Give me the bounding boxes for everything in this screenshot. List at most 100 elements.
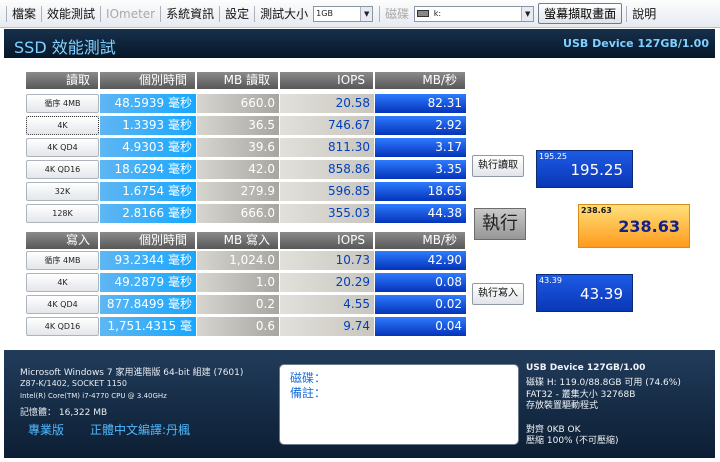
read-mb-cell: 660.0: [197, 94, 279, 113]
read-iops-cell: 596.85: [280, 182, 374, 201]
read-iops-cell: 20.58: [280, 94, 374, 113]
read-mbs-cell: 3.17: [375, 138, 466, 157]
test-size-label: 測試大小: [260, 7, 309, 21]
translator-link[interactable]: 正體中文編譯:丹楓: [90, 421, 190, 438]
chevron-down-icon[interactable]: ▼: [521, 6, 534, 21]
read-time-cell: 18.6294 毫秒: [100, 160, 196, 179]
read-time-cell: 1.6754 毫秒: [100, 182, 196, 201]
read-mb-cell: 39.6: [197, 138, 279, 157]
read-time-cell: 48.5939 毫秒: [100, 94, 196, 113]
os-info: Microsoft Windows 7 家用進階版 64-bit 組建 (760…: [20, 368, 244, 378]
notes-remark-label: 備註：: [290, 386, 327, 400]
write-time-cell: 877.8499 毫秒: [100, 295, 196, 314]
total-score-box: 238.63 238.63: [578, 204, 690, 248]
menu-help[interactable]: 說明: [627, 5, 661, 22]
device-compress: 壓縮 100% (不可壓縮): [526, 436, 619, 446]
read-row-button[interactable]: 128K: [26, 204, 99, 223]
write-row-button[interactable]: 循序 4MB: [26, 251, 99, 270]
read-iops-cell: 858.86: [280, 160, 374, 179]
write-score-small: 43.39: [539, 276, 562, 285]
drive-value: k:: [433, 8, 442, 18]
read-mbs-cell: 82.31: [375, 94, 466, 113]
test-size-select[interactable]: 1GB ▼: [313, 5, 374, 22]
iops-header: IOPS: [280, 72, 374, 89]
read-score-small: 195.25: [539, 152, 567, 161]
time-header: 個別時間: [100, 72, 196, 89]
write-row-button[interactable]: 4K: [26, 273, 99, 292]
read-mb-cell: 42.0: [197, 160, 279, 179]
board-info: Z87-K/1402, SOCKET 1150: [20, 379, 127, 388]
menu-iometer[interactable]: IOmeter: [101, 7, 160, 21]
read-time-cell: 4.9303 毫秒: [100, 138, 196, 157]
read-mbs-cell: 3.35: [375, 160, 466, 179]
benchmark-panel: 讀取 個別時間 MB 讀取 IOPS MB/秒 循序 4MB 48.5939 毫…: [4, 58, 715, 350]
menu-file[interactable]: 檔案: [7, 5, 41, 22]
test-size-value: 1GB: [316, 8, 333, 18]
write-mbs-cell: 0.04: [375, 317, 466, 336]
read-score-box: 195.25 195.25: [536, 150, 633, 188]
read-time-cell: 2.8166 毫秒: [100, 204, 196, 223]
iops-header: IOPS: [280, 232, 374, 249]
write-iops-cell: 4.55: [280, 295, 374, 314]
device-driver: 存放裝置驅動程式: [526, 401, 599, 411]
write-score-box: 43.39 43.39: [536, 274, 633, 312]
run-read-button[interactable]: 執行讀取: [472, 155, 524, 177]
total-score: 238.63: [618, 217, 680, 236]
write-mbs-cell: 0.08: [375, 273, 466, 292]
menu-benchmark[interactable]: 效能測試: [42, 5, 100, 22]
read-mb-cell: 279.9: [197, 182, 279, 201]
read-row-button[interactable]: 循序 4MB: [26, 94, 99, 113]
write-row-button[interactable]: 4K QD4: [26, 295, 99, 314]
read-header: 讀取: [26, 72, 99, 89]
device-name: USB Device 127GB/1.00: [526, 363, 646, 373]
write-header: 寫入: [26, 232, 99, 249]
read-row-button[interactable]: 32K: [26, 182, 99, 201]
memory-info: 記憶體： 16,322 MB: [20, 408, 108, 418]
read-row-button[interactable]: 4K: [26, 116, 99, 135]
write-mbs-cell: 42.90: [375, 251, 466, 270]
write-time-cell: 1,751.4315 毫: [100, 317, 196, 336]
read-row-button[interactable]: 4K QD4: [26, 138, 99, 157]
read-score: 195.25: [570, 161, 624, 179]
read-mbs-cell: 18.65: [375, 182, 466, 201]
run-button[interactable]: 執行: [474, 208, 526, 240]
notes-box[interactable]: 磁碟： 備註：: [279, 364, 519, 445]
disk-label: 磁碟: [385, 7, 410, 21]
mbs-header: MB/秒: [375, 232, 466, 249]
read-iops-cell: 746.67: [280, 116, 374, 135]
pro-edition-link[interactable]: 專業版: [28, 421, 64, 438]
read-mbs-cell: 2.92: [375, 116, 466, 135]
chevron-down-icon[interactable]: ▼: [360, 6, 373, 21]
menu-bar: 檔案 效能測試 IOmeter 系統資訊 設定 測試大小 1GB ▼ 磁碟 k:…: [0, 0, 720, 28]
read-mb-cell: 36.5: [197, 116, 279, 135]
read-time-cell: 1.3393 毫秒: [100, 116, 196, 135]
drive-select[interactable]: k: ▼: [414, 5, 535, 22]
write-mb-cell: 1.0: [197, 273, 279, 292]
menu-settings[interactable]: 設定: [220, 5, 254, 22]
time-header: 個別時間: [100, 232, 196, 249]
title-bar: SSD 效能測試 USB Device 127GB/1.00: [4, 29, 715, 58]
write-row-button[interactable]: 4K QD16: [26, 317, 99, 336]
mb-write-header: MB 寫入: [197, 232, 279, 249]
write-time-cell: 49.2879 毫秒: [100, 273, 196, 292]
read-row-button[interactable]: 4K QD16: [26, 160, 99, 179]
write-mb-cell: 1,024.0: [197, 251, 279, 270]
write-mbs-cell: 0.02: [375, 295, 466, 314]
run-write-button[interactable]: 執行寫入: [472, 283, 524, 305]
write-score: 43.39: [580, 285, 623, 303]
screenshot-button[interactable]: 螢幕擷取畫面: [538, 3, 623, 24]
write-iops-cell: 9.74: [280, 317, 374, 336]
write-time-cell: 93.2344 毫秒: [100, 251, 196, 270]
app-title: SSD 效能測試: [14, 38, 116, 57]
drive-icon: [417, 9, 430, 17]
total-score-small: 238.63: [581, 206, 612, 215]
read-iops-cell: 811.30: [280, 138, 374, 157]
device-title: USB Device 127GB/1.00: [563, 37, 709, 50]
read-mb-cell: 666.0: [197, 204, 279, 223]
mbs-header: MB/秒: [375, 72, 466, 89]
menu-sysinfo[interactable]: 系統資訊: [161, 5, 219, 22]
mb-read-header: MB 讀取: [197, 72, 279, 89]
write-mb-cell: 0.2: [197, 295, 279, 314]
read-mbs-cell: 44.38: [375, 204, 466, 223]
write-iops-cell: 20.29: [280, 273, 374, 292]
